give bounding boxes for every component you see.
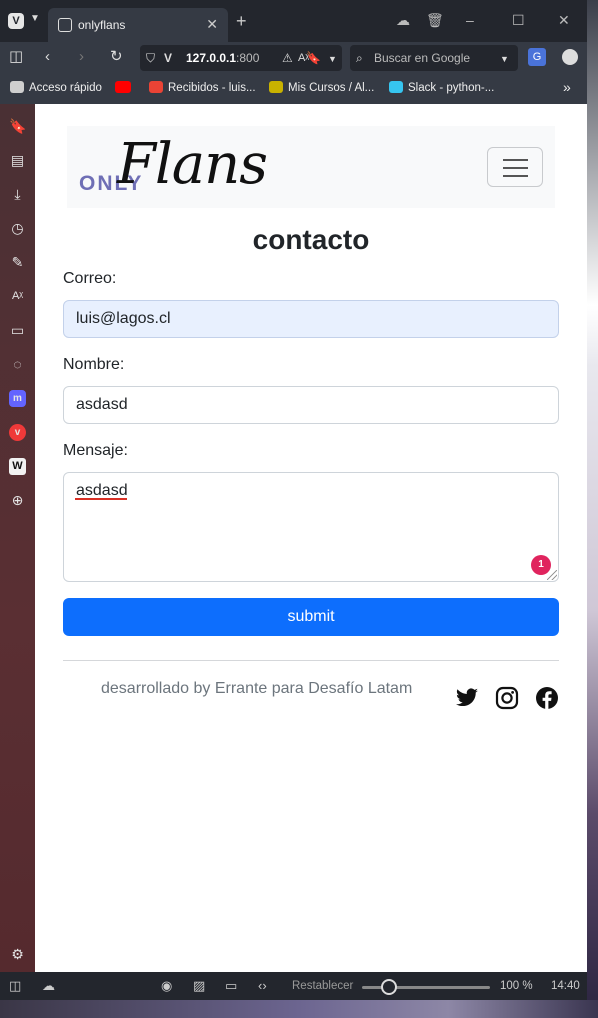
bookmarks-bar: Acceso rápido Recibidos - luis... Mis Cu… xyxy=(0,74,587,104)
zoom-reset-button[interactable]: Restablecer xyxy=(292,980,353,992)
hamburger-icon xyxy=(503,159,528,161)
search-icon: ⌕ xyxy=(356,51,363,65)
bookmarks-panel-icon[interactable]: 🔖 xyxy=(9,118,26,135)
twitter-icon[interactable] xyxy=(455,686,479,710)
sync-cloud-icon[interactable]: ☁ xyxy=(42,979,55,993)
notes-icon[interactable]: ✎ xyxy=(9,254,26,271)
search-placeholder: Buscar en Google xyxy=(374,51,471,65)
translate-extension-icon[interactable]: G xyxy=(528,48,546,66)
youtube-icon xyxy=(115,81,131,93)
tab-close-icon[interactable]: ✕ xyxy=(206,16,218,33)
vivaldi-web-panel-icon[interactable]: v xyxy=(9,424,26,441)
window-panel-icon[interactable]: ▭ xyxy=(9,322,26,339)
email-field[interactable] xyxy=(63,300,559,338)
profile-avatar-icon[interactable] xyxy=(562,49,578,65)
search-engine-dropdown-icon[interactable]: ▼ xyxy=(500,51,509,67)
name-field[interactable] xyxy=(63,386,559,424)
mastodon-icon[interactable]: m xyxy=(9,390,26,407)
close-window-icon[interactable]: ✕ xyxy=(558,12,570,29)
side-panel: 🔖 ▤ ⤓ ◷ ✎ Aᵡ ▭ ◌ m v W ⊕ ⚙ xyxy=(0,104,35,972)
zoom-level: 100 % xyxy=(500,980,533,992)
clock: 14:40 xyxy=(551,980,580,992)
add-panel-icon[interactable]: ⊕ xyxy=(9,492,26,509)
tab-bar: V ▼ onlyflans ✕ + ☁ 🗑 – ☐ ✕ xyxy=(0,0,587,42)
chat-icon[interactable]: ◌ xyxy=(9,356,26,373)
bookmarks-overflow-icon[interactable]: » xyxy=(563,79,571,95)
bookmark-label: Slack - python-... xyxy=(408,82,495,94)
brand-name: Flans xyxy=(117,132,268,197)
footer-divider xyxy=(63,660,559,661)
page-favicon-icon xyxy=(58,18,72,32)
minimize-icon[interactable]: – xyxy=(466,12,474,28)
facebook-icon[interactable] xyxy=(535,686,559,710)
vivaldi-icon: V xyxy=(164,51,173,65)
trash-icon[interactable]: 🗑 xyxy=(426,12,444,29)
wikipedia-icon[interactable]: W xyxy=(9,458,26,475)
reading-list-icon[interactable]: ▤ xyxy=(9,152,26,169)
address-bar: ◫ ‹ › ↻ ⛉ V 127.0.0.1:800 ⚠ Aᵡ 🔖 ▼ ⌕ Bus… xyxy=(0,42,587,74)
speed-dial-icon xyxy=(10,81,24,93)
brand-logo[interactable]: ONLY Flans xyxy=(79,132,299,202)
bookmark-item[interactable]: Recibidos - luis... xyxy=(149,81,256,94)
capture-camera-icon[interactable]: ◉ xyxy=(161,979,172,993)
forward-icon[interactable]: › xyxy=(79,49,84,65)
submit-button[interactable]: submit xyxy=(63,598,559,636)
image-toggle-icon[interactable]: ▨ xyxy=(193,979,205,993)
instagram-icon[interactable] xyxy=(495,686,519,710)
bookmark-label: Mis Cursos / Al... xyxy=(288,82,375,94)
gmail-icon xyxy=(149,81,163,93)
resize-grip-icon[interactable] xyxy=(547,570,557,580)
bookmark-icon[interactable]: 🔖 xyxy=(306,50,321,66)
message-label: Mensaje: xyxy=(63,442,128,459)
translate-panel-icon[interactable]: Aᵡ xyxy=(9,288,26,305)
reload-icon[interactable]: ↻ xyxy=(110,49,123,65)
tab-onlyflans[interactable]: onlyflans ✕ xyxy=(48,8,228,42)
vivaldi-menu-icon[interactable]: V xyxy=(8,13,24,29)
hamburger-icon-line xyxy=(503,167,528,169)
url-host: 127.0.0.1 xyxy=(186,51,237,65)
zoom-slider-thumb[interactable] xyxy=(381,979,397,995)
panel-toggle-icon[interactable]: ◫ xyxy=(9,979,21,993)
hamburger-icon-line xyxy=(503,175,528,177)
history-icon[interactable]: ◷ xyxy=(9,220,26,237)
browser-window: V ▼ onlyflans ✕ + ☁ 🗑 – ☐ ✕ ◫ ‹ › ↻ ⛉ V … xyxy=(0,0,587,1000)
bookmark-item[interactable]: Mis Cursos / Al... xyxy=(269,81,374,94)
navbar-toggler-button[interactable] xyxy=(487,147,543,187)
chevron-down-icon[interactable]: ▼ xyxy=(30,13,40,24)
url-dropdown-icon[interactable]: ▼ xyxy=(328,51,337,67)
slack-icon xyxy=(389,81,403,93)
maximize-icon[interactable]: ☐ xyxy=(512,12,525,29)
panel-toggle-icon[interactable]: ◫ xyxy=(9,49,23,65)
email-label: Correo: xyxy=(63,270,117,287)
new-tab-icon[interactable]: + xyxy=(236,12,247,30)
bookmark-item[interactable] xyxy=(115,81,136,94)
desktop-background xyxy=(586,0,598,1018)
bookmark-item[interactable]: Acceso rápido xyxy=(10,81,102,94)
page-tiling-icon[interactable]: ▭ xyxy=(225,979,237,993)
cloud-sync-icon[interactable]: ☁ xyxy=(396,12,410,29)
bookmark-item[interactable]: Slack - python-... xyxy=(389,81,494,94)
back-icon[interactable]: ‹ xyxy=(45,49,50,65)
tab-title: onlyflans xyxy=(78,18,126,32)
settings-gear-icon[interactable]: ⚙ xyxy=(9,946,26,963)
message-textarea[interactable]: asdasd xyxy=(63,472,559,582)
warning-icon[interactable]: ⚠ xyxy=(282,50,293,66)
page-actions-icon[interactable]: ‹› xyxy=(258,979,267,993)
page-title: contacto xyxy=(252,224,370,255)
name-label: Nombre: xyxy=(63,356,125,373)
site-shield-icon[interactable]: ⛉ xyxy=(146,50,155,66)
bookmark-label: Acceso rápido xyxy=(29,82,102,94)
url-port: :800 xyxy=(236,51,260,65)
search-field[interactable]: ⌕ Buscar en Google ▼ xyxy=(350,45,518,71)
desktop-taskbar-edge xyxy=(0,1000,598,1018)
url-field[interactable]: ⛉ V 127.0.0.1:800 ⚠ Aᵡ 🔖 ▼ xyxy=(140,45,342,71)
web-page: ONLY Flans contacto Correo: Nombre: Mens… xyxy=(35,104,587,972)
bookmark-label: Recibidos - luis... xyxy=(168,82,256,94)
downloads-icon[interactable]: ⤓ xyxy=(9,186,26,203)
site-navbar: ONLY Flans xyxy=(67,126,555,208)
course-icon xyxy=(269,81,283,93)
footer-credit: desarrollado by Errante para Desafío Lat… xyxy=(101,680,413,697)
status-bar: ◫ ☁ ◉ ▨ ▭ ‹› Restablecer 100 % 14:40 xyxy=(0,972,587,1000)
